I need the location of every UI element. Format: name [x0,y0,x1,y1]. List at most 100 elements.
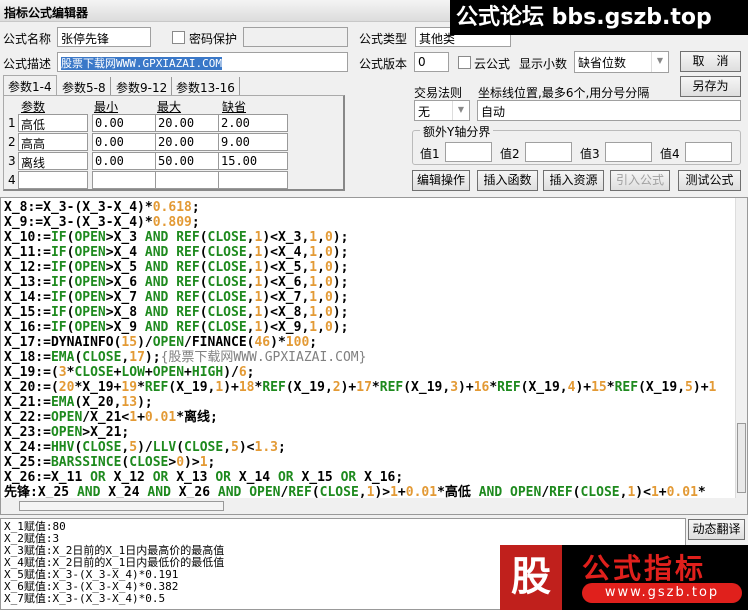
desc-value: 股票下载网WWW.GPXIAZAI.COM [61,57,222,70]
output-line: X_1赋值:80 [4,520,66,533]
axis-label: 坐标线位置,最多6个,用分号分隔 [478,86,650,100]
param-max-input[interactable]: 50.00 [155,152,225,170]
params-panel: 参数 最小 最大 缺省 1 高低 0.00 20.00 2.00 2 高高 0.00 20.00… [3,95,345,191]
toolbar-button[interactable]: 编辑操作 [412,170,470,191]
code-line: X_14:=IF(OPEN>X_7 AND REF(CLOSE,1)<X_7,1… [4,290,349,305]
type-label: 公式类型 [359,32,408,46]
param-min-input[interactable]: 0.00 [92,133,162,151]
yaxis-value-label: 值2 [500,147,520,161]
name-label: 公式名称 [3,32,52,46]
password-checkbox[interactable] [172,31,185,44]
name-input[interactable]: 张停先锋 [57,27,151,47]
param-min-input[interactable]: 0.00 [92,114,162,132]
param-header-default: 缺省 [222,100,247,114]
param-def-input[interactable]: 9.00 [218,133,288,151]
tab-params-13-16[interactable]: 参数13-16 [172,77,240,95]
param-def-input[interactable]: 2.00 [218,114,288,132]
decimals-select[interactable]: 缺省位数 ▼ [574,51,669,73]
scroll-thumb[interactable] [737,423,746,493]
logo-title: 公式指标 [582,552,707,585]
desc-input[interactable]: 股票下载网WWW.GPXIAZAI.COM [57,52,348,72]
decimals-value: 缺省位数 [578,56,627,70]
code-line: X_13:=IF(OPEN>X_6 AND REF(CLOSE,1)<X_6,1… [4,275,349,290]
password-label: 密码保护 [189,32,238,46]
param-name-input[interactable]: 高低 [18,114,88,132]
save-as-button[interactable]: 另存为 [680,76,741,97]
code-line: X_26:=X_11 OR X_12 OR X_13 OR X_14 OR X_… [4,470,404,485]
axis-input[interactable]: 自动 [477,100,741,121]
tab-params-5-8[interactable]: 参数5-8 [58,77,111,95]
toolbar-button[interactable]: 测试公式 [678,170,741,191]
tab-params-9-12[interactable]: 参数9-12 [112,77,173,95]
param-def-input[interactable] [218,171,288,189]
hscroll-thumb[interactable] [19,501,224,511]
chevron-down-icon[interactable]: ▼ [452,101,469,120]
toolbar-button[interactable]: 插入函数 [477,170,538,191]
version-label: 公式版本 [359,57,408,71]
horizontal-scrollbar[interactable] [1,498,736,514]
param-row-number: 4 [8,173,16,187]
desc-label: 公式描述 [3,57,52,71]
code-line: X_18:=EMA(CLOSE,17);{股票下载网WWW.GPXIAZAI.C… [4,350,367,365]
param-row-number: 2 [8,135,16,149]
param-max-input[interactable]: 20.00 [155,114,225,132]
param-row-number: 3 [8,154,16,168]
logo-char: 股 [500,545,562,610]
code-line: X_16:=IF(OPEN>X_9 AND REF(CLOSE,1)<X_9,1… [4,320,349,335]
trade-rule-select[interactable]: 无 ▼ [414,100,470,121]
watermark-top: 公式论坛 bbs.gszb.top [450,0,748,35]
code-area[interactable]: X_8:=X_3-(X_3-X_4)*0.618; X_9:=X_3-(X_3-X… [4,200,730,500]
yaxis-value-input[interactable] [525,142,572,162]
dynamic-translate-button[interactable]: 动态翻译 [688,519,745,540]
code-line: X_22:=OPEN/X_21<1+0.01*离线; [4,410,218,425]
cloud-label: 云公式 [474,57,511,71]
code-line: X_11:=IF(OPEN>X_4 AND REF(CLOSE,1)<X_4,1… [4,245,349,260]
param-name-input[interactable] [18,171,88,189]
param-def-input[interactable]: 15.00 [218,152,288,170]
code-line: X_17:=DYNAINFO(15)/OPEN/FINANCE(46)*100; [4,335,318,350]
code-line: X_20:=(20*X_19+19*REF(X_19,1)+18*REF(X_1… [4,380,717,395]
toolbar-button[interactable]: 引入公式 [610,170,670,191]
code-line: X_8:=X_3-(X_3-X_4)*0.618; [4,200,200,215]
formula-editor[interactable]: X_8:=X_3-(X_3-X_4)*0.618; X_9:=X_3-(X_3-X… [0,197,748,515]
cancel-button[interactable]: 取 消 [680,51,741,72]
logo-block: 公式指标 www.gszb.top [562,545,748,610]
code-line: X_19:=(3*CLOSE+LOW+OPEN+HIGH)/6; [4,365,255,380]
trade-rule-value: 无 [418,105,431,119]
chevron-down-icon[interactable]: ▼ [651,52,668,72]
tab-params-1-4[interactable]: 参数1-4 [3,75,57,96]
version-input[interactable]: 0 [414,52,449,72]
vertical-scrollbar[interactable] [735,198,747,514]
param-row-number: 1 [8,116,16,130]
yaxis-value-label: 值3 [580,147,600,161]
yaxis-group-label: 额外Y轴分界 [420,123,494,140]
code-line: X_23:=OPEN>X_21; [4,425,130,440]
yaxis-value-input[interactable] [605,142,652,162]
code-line: X_9:=X_3-(X_3-X_4)*0.809; [4,215,200,230]
toolbar-button[interactable]: 插入资源 [543,170,604,191]
param-name-input[interactable]: 高高 [18,133,88,151]
yaxis-value-label: 值4 [660,147,680,161]
logo-url: www.gszb.top [582,583,742,603]
code-line: X_10:=IF(OPEN>X_3 AND REF(CLOSE,1)<X_3,1… [4,230,349,245]
param-min-input[interactable]: 0.00 [92,152,162,170]
decimals-label: 显示小数 [519,57,568,71]
param-name-input[interactable]: 离线 [18,152,88,170]
yaxis-value-input[interactable] [445,142,492,162]
yaxis-value-input[interactable] [685,142,732,162]
param-header-name: 参数 [21,100,46,114]
cloud-checkbox[interactable] [458,56,471,69]
param-header-min: 最小 [94,100,119,114]
code-line: X_24:=HHV(CLOSE,5)/LLV(CLOSE,5)<1.3; [4,440,286,455]
param-max-input[interactable]: 20.00 [155,133,225,151]
param-header-max: 最大 [157,100,182,114]
param-min-input[interactable] [92,171,162,189]
code-line: X_12:=IF(OPEN>X_5 AND REF(CLOSE,1)<X_5,1… [4,260,349,275]
code-line: X_25:=BARSSINCE(CLOSE>0)>1; [4,455,216,470]
param-max-input[interactable] [155,171,225,189]
trade-rule-label: 交易法则 [414,86,463,100]
password-input[interactable] [243,27,348,47]
yaxis-value-label: 值1 [420,147,440,161]
code-line: X_15:=IF(OPEN>X_8 AND REF(CLOSE,1)<X_8,1… [4,305,349,320]
code-line: X_21:=EMA(X_20,13); [4,395,153,410]
